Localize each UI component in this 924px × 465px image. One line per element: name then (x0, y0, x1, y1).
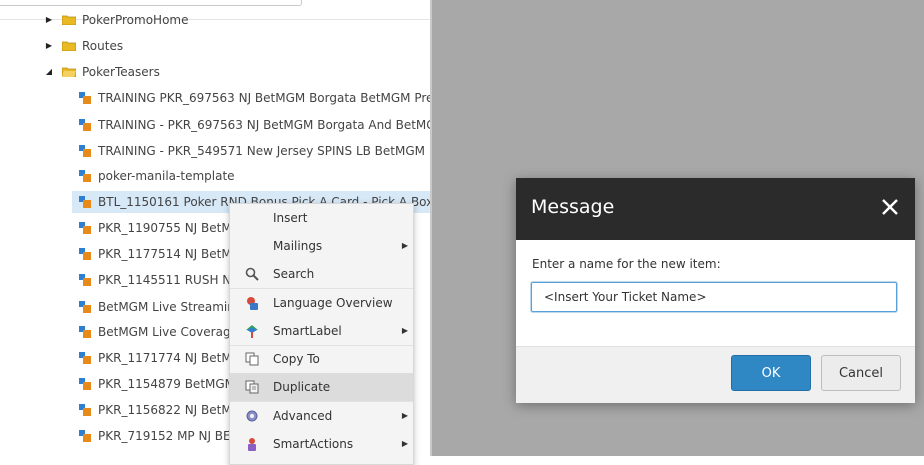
menu-item-label: SmartLabel (273, 324, 342, 338)
dialog-body: Enter a name for the new item: (516, 240, 915, 348)
tree-folder-label: PokerTeasers (82, 65, 160, 79)
teaser-item-icon (79, 196, 91, 208)
tree-item-label: TRAINING - PKR_697563 NJ BetMGM Borgata … (98, 118, 430, 132)
menu-item-label: Duplicate (273, 380, 331, 394)
teaser-item-icon (79, 145, 91, 157)
tree-item-label: TRAINING PKR_697563 NJ BetMGM Borgata Be… (98, 91, 430, 105)
tree-item[interactable]: TRAINING PKR_697563 NJ BetMGM Borgata Be… (0, 86, 430, 110)
tree-folder-pokerteasers[interactable]: ◢ PokerTeasers (0, 60, 430, 84)
teaser-item-icon (79, 352, 91, 364)
language-icon (247, 297, 258, 310)
tree-search-box[interactable] (0, 0, 302, 6)
teaser-item-icon (79, 404, 91, 416)
item-name-input[interactable] (531, 282, 897, 312)
tree-folder-pokerpromohome[interactable]: ▶ PokerPromoHome (0, 8, 430, 32)
context-menu: Insert Mailings ▶ Search Language Overvi… (229, 203, 414, 465)
teaser-item-icon (79, 222, 91, 234)
dialog-header: Message (516, 178, 915, 240)
menu-item-insert[interactable]: Insert (230, 204, 413, 232)
menu-item-label: SmartActions (273, 437, 354, 451)
tree-folder-label: Routes (82, 39, 124, 53)
menu-item-smartactions[interactable]: SmartActions ▶ (230, 430, 413, 458)
menu-item-label: Mailings (273, 239, 323, 253)
smartlabel-icon (246, 325, 258, 338)
folder-open-icon (62, 67, 76, 77)
submenu-arrow-icon: ▶ (401, 241, 408, 250)
gear-icon (246, 410, 258, 422)
search-icon (245, 267, 259, 281)
menu-item-language-overview[interactable]: Language Overview (230, 289, 413, 317)
teaser-item-icon (79, 274, 91, 286)
submenu-arrow-icon: ▶ (401, 411, 408, 420)
tree-item-label: PKR_1154879 BetMGM (98, 377, 236, 391)
menu-item-label: Copy To (273, 352, 320, 366)
menu-item-label: Advanced (273, 409, 333, 423)
tree-item-label: BetMGM Live Streaming (98, 300, 243, 314)
teaser-item-icon (79, 378, 91, 390)
duplicate-icon (245, 380, 259, 394)
teaser-item-icon (79, 92, 91, 104)
menu-item-duplicate[interactable]: Duplicate (230, 373, 413, 401)
folder-icon (62, 41, 76, 51)
copy-icon (245, 352, 259, 366)
tree-item[interactable]: TRAINING - PKR_697563 NJ BetMGM Borgata … (0, 113, 430, 137)
smartactions-icon (248, 438, 256, 451)
teaser-item-icon (79, 301, 91, 313)
teaser-item-icon (79, 119, 91, 131)
collapse-arrow-icon[interactable]: ◢ (44, 60, 54, 84)
menu-item-smartlabel[interactable]: SmartLabel ▶ (230, 317, 413, 345)
submenu-arrow-icon: ▶ (401, 439, 408, 448)
teaser-item-icon (79, 326, 91, 338)
menu-item-advanced[interactable]: Advanced ▶ (230, 402, 413, 430)
menu-item-copy-to[interactable]: Copy To (230, 345, 413, 373)
message-dialog: Message Enter a name for the new item: O… (516, 178, 915, 403)
dialog-footer: OK Cancel (516, 346, 915, 403)
close-icon[interactable] (879, 196, 901, 218)
tree-item[interactable]: poker-manila-template (0, 164, 430, 188)
expand-arrow-icon[interactable]: ▶ (44, 34, 54, 58)
submenu-arrow-icon: ▶ (401, 326, 408, 335)
cancel-button[interactable]: Cancel (821, 355, 901, 391)
menu-item-label: Search (273, 267, 315, 281)
folder-icon (62, 15, 76, 25)
tree-item-label: poker-manila-template (98, 169, 235, 183)
dialog-prompt: Enter a name for the new item: (532, 257, 721, 271)
teaser-item-icon (79, 248, 91, 260)
tree-item[interactable]: TRAINING - PKR_549571 New Jersey SPINS L… (0, 139, 430, 163)
teaser-item-icon (79, 430, 91, 442)
tree-folder-routes[interactable]: ▶ Routes (0, 34, 430, 58)
menu-item-label: Language Overview (273, 296, 393, 310)
menu-item-search[interactable]: Search (230, 260, 413, 288)
ok-button[interactable]: OK (731, 355, 811, 391)
tree-folder-label: PokerPromoHome (82, 13, 189, 27)
dialog-title: Message (531, 196, 615, 218)
tree-item-label: BetMGM Live Coverage (98, 325, 238, 339)
tree-item-label: TRAINING - PKR_549571 New Jersey SPINS L… (98, 144, 425, 158)
expand-arrow-icon[interactable]: ▶ (44, 8, 54, 32)
menu-item-label: Insert (273, 211, 308, 225)
teaser-item-icon (79, 170, 91, 182)
menu-item-mailings[interactable]: Mailings ▶ (230, 232, 413, 260)
